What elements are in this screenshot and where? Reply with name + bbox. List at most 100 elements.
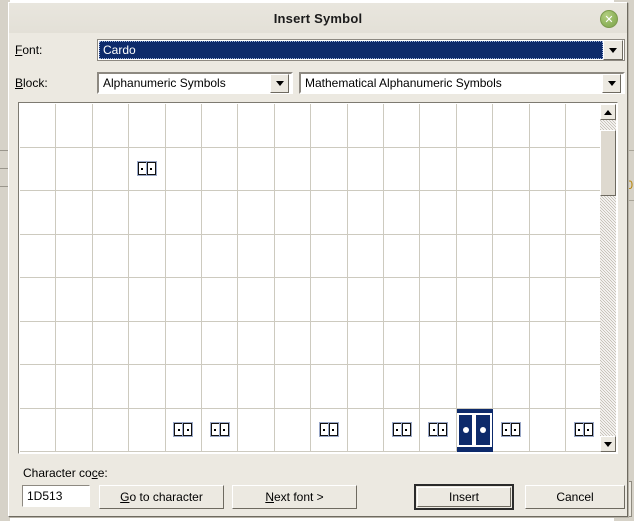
scrollbar-thumb[interactable] [600,130,616,196]
character-cell[interactable] [420,408,457,452]
character-cell[interactable] [347,321,384,365]
character-cell[interactable] [165,365,202,409]
character-cell[interactable] [92,234,130,278]
chevron-down-icon[interactable] [603,40,623,60]
character-cell[interactable] [566,409,601,452]
character-grid[interactable] [18,102,618,454]
character-cell[interactable] [92,278,130,322]
character-cell[interactable] [347,104,384,148]
character-cell[interactable] [529,104,566,148]
character-cell[interactable] [311,408,348,452]
character-code-input[interactable] [22,485,90,507]
character-cell[interactable] [384,191,421,235]
character-cell[interactable] [493,365,530,409]
character-cell[interactable] [529,365,566,409]
character-cell[interactable] [493,408,530,452]
character-cell[interactable] [56,104,93,148]
character-cell[interactable] [529,278,566,322]
character-cell[interactable] [20,234,57,278]
character-cell[interactable] [420,147,457,191]
character-cell[interactable] [165,191,202,235]
character-cell[interactable] [456,234,494,278]
character-cell[interactable] [129,234,166,278]
character-cell[interactable] [274,191,312,235]
character-cell[interactable] [56,408,93,452]
character-cell[interactable] [165,234,202,278]
next-font-button[interactable]: Next font > [232,485,357,509]
character-cell[interactable] [92,321,130,365]
character-cell[interactable] [347,278,384,322]
character-cell[interactable] [456,408,494,452]
block-combobox[interactable]: Alphanumeric Symbols [97,72,293,94]
character-cell[interactable] [92,191,130,235]
character-cell[interactable] [456,278,494,322]
character-cell[interactable] [238,408,275,452]
character-cell[interactable] [566,235,601,278]
character-cell[interactable] [529,408,566,452]
character-cell[interactable] [238,234,275,278]
character-cell[interactable] [529,191,566,235]
character-cell[interactable] [238,104,275,148]
character-cell[interactable] [129,147,166,191]
character-cell[interactable] [129,365,166,409]
character-cell[interactable] [347,408,384,452]
character-cell[interactable] [384,365,421,409]
character-cell[interactable] [384,278,421,322]
character-cell[interactable] [274,408,312,452]
character-cell[interactable] [20,321,57,365]
cancel-button[interactable]: Cancel [525,485,625,509]
character-cell[interactable] [238,147,275,191]
subset-combobox[interactable]: Mathematical Alphanumeric Symbols [299,72,625,94]
character-cell[interactable] [56,234,93,278]
character-cell[interactable] [238,191,275,235]
character-cell[interactable] [274,234,312,278]
character-cell[interactable] [493,234,530,278]
character-cell[interactable] [129,278,166,322]
character-cell[interactable] [202,321,239,365]
chevron-down-icon[interactable] [270,73,289,93]
character-cell[interactable] [384,408,421,452]
character-cell[interactable] [129,321,166,365]
character-cell[interactable] [20,191,57,235]
character-cell[interactable] [56,191,93,235]
character-cell[interactable] [420,278,457,322]
character-cell[interactable] [20,104,57,148]
character-cell[interactable] [384,321,421,365]
character-cell[interactable] [384,234,421,278]
character-cell[interactable] [311,365,348,409]
character-cell[interactable] [311,278,348,322]
character-cell[interactable] [420,321,457,365]
character-cell[interactable] [493,321,530,365]
insert-button[interactable]: Insert [414,484,514,510]
grid-scrollbar[interactable] [600,104,616,452]
character-cell[interactable] [165,408,202,452]
character-cell[interactable] [238,321,275,365]
character-cell[interactable] [92,104,130,148]
character-cell[interactable] [20,278,57,322]
character-cell[interactable] [311,191,348,235]
character-cell[interactable] [202,234,239,278]
character-cell[interactable] [566,104,601,148]
character-cell[interactable] [566,322,601,365]
character-cell[interactable] [202,191,239,235]
character-cell[interactable] [274,147,312,191]
character-cell[interactable] [56,365,93,409]
character-cell[interactable] [311,104,348,148]
character-cell[interactable] [165,147,202,191]
chevron-down-icon[interactable] [602,73,621,93]
character-cell[interactable] [384,147,421,191]
character-cell[interactable] [420,104,457,148]
character-cell[interactable] [566,148,601,191]
character-cell[interactable] [202,147,239,191]
character-cell[interactable] [347,234,384,278]
character-cell[interactable] [238,278,275,322]
character-cell[interactable] [456,191,494,235]
character-cell[interactable] [347,147,384,191]
character-cell[interactable] [56,147,93,191]
character-cell[interactable] [20,408,57,452]
triangle-down-icon[interactable] [600,436,616,452]
character-cell[interactable] [456,147,494,191]
character-cell[interactable] [347,191,384,235]
character-cell[interactable] [274,321,312,365]
character-cell[interactable] [566,365,601,409]
